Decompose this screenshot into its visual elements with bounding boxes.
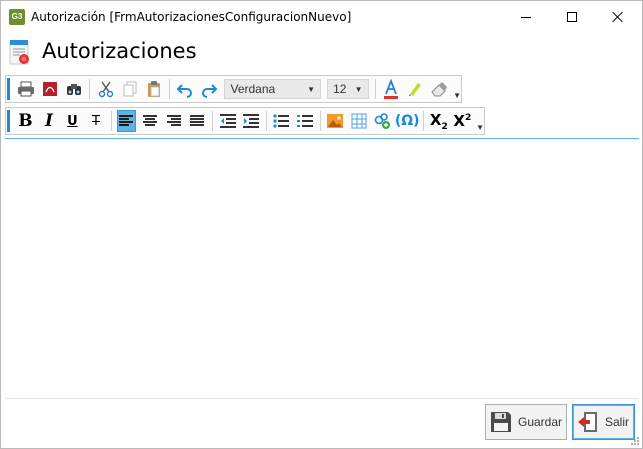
save-button-label: Guardar <box>518 415 563 429</box>
table-icon <box>351 113 367 129</box>
justify-icon <box>190 115 205 126</box>
font-color-icon <box>383 79 398 99</box>
numbered-list-button[interactable] <box>295 110 315 132</box>
increase-indent-button[interactable] <box>241 110 261 132</box>
eraser-icon <box>431 82 447 97</box>
strikethrough-icon: T <box>91 113 100 129</box>
image-icon <box>327 114 344 128</box>
italic-button[interactable]: I <box>39 110 59 132</box>
minimize-icon <box>521 16 531 18</box>
page-title: Autorizaciones <box>42 39 197 63</box>
exit-button-label: Salir <box>605 415 630 429</box>
undo-button[interactable] <box>175 78 195 100</box>
outdent-icon <box>219 114 236 128</box>
app-icon: G3 <box>9 9 25 25</box>
editor-toolbar-format: B I U T (Ω) X2 X2 ▼ <box>5 107 485 135</box>
footer-divider <box>5 398 639 399</box>
underline-icon: U <box>67 113 78 129</box>
toolbar-grip[interactable] <box>7 110 10 132</box>
toolbar-separator <box>423 111 425 131</box>
font-color-button[interactable] <box>380 78 400 100</box>
toolbar-separator <box>89 79 91 99</box>
align-center-icon <box>143 115 158 126</box>
highlighter-icon <box>408 83 421 96</box>
toolbar-separator <box>319 111 321 131</box>
redo-icon <box>202 84 218 98</box>
indent-icon <box>243 114 260 128</box>
font-size-select[interactable]: 12 ▼ <box>327 79 369 99</box>
window-title: Autorización [FrmAutorizacionesConfigura… <box>31 10 352 24</box>
binoculars-icon <box>67 84 82 95</box>
floppy-disk-icon <box>491 412 511 432</box>
align-left-button[interactable] <box>116 110 137 132</box>
subscript-button[interactable]: X2 <box>429 110 449 132</box>
bold-icon: B <box>18 111 33 131</box>
strikethrough-button[interactable]: T <box>86 110 106 132</box>
bullet-list-icon <box>273 114 290 128</box>
redo-button[interactable] <box>199 78 219 100</box>
toolbar-overflow-button[interactable]: ▼ <box>453 78 461 100</box>
printer-icon <box>17 81 34 97</box>
chevron-down-icon: ▼ <box>307 84 316 94</box>
align-right-icon <box>166 115 181 126</box>
undo-icon <box>176 84 193 98</box>
italic-icon: I <box>44 111 53 131</box>
export-pdf-button[interactable] <box>40 78 60 100</box>
pdf-icon <box>43 82 58 96</box>
bold-button[interactable]: B <box>16 110 36 132</box>
copy-button[interactable] <box>120 78 140 100</box>
exit-button[interactable]: Salir <box>572 404 635 440</box>
insert-symbol-button[interactable]: (Ω) <box>394 110 420 132</box>
maximize-button[interactable] <box>549 1 595 33</box>
scissors-icon <box>98 81 113 98</box>
toolbar-separator <box>265 111 267 131</box>
save-button[interactable]: Guardar <box>485 404 567 440</box>
insert-table-button[interactable] <box>349 110 369 132</box>
cut-button[interactable] <box>95 78 115 100</box>
exit-door-icon <box>578 412 597 432</box>
resize-grip-icon[interactable] <box>630 436 640 446</box>
document-seal-icon <box>9 40 29 65</box>
clipboard-icon <box>147 81 160 97</box>
toolbar-grip[interactable] <box>7 78 10 100</box>
font-size-value: 12 <box>333 82 347 96</box>
superscript-button[interactable]: X2 <box>453 110 473 132</box>
bullet-list-button[interactable] <box>272 110 292 132</box>
insert-image-button[interactable] <box>326 110 346 132</box>
decrease-indent-button[interactable] <box>218 110 238 132</box>
superscript-icon: X2 <box>453 112 472 130</box>
font-family-select[interactable]: Verdana ▼ <box>224 79 322 99</box>
copy-icon <box>123 81 137 97</box>
form-window: G3 Autorización [FrmAutorizacionesConfig… <box>0 0 643 449</box>
highlight-button[interactable] <box>405 78 425 100</box>
numbered-list-icon <box>296 115 313 127</box>
underline-button[interactable]: U <box>63 110 83 132</box>
editor-toolbar-main: Verdana ▼ 12 ▼ ▼ <box>5 75 462 103</box>
align-right-button[interactable] <box>164 110 184 132</box>
minimize-button[interactable] <box>503 1 549 33</box>
toolbar-separator <box>110 111 112 131</box>
toolbar-overflow-button[interactable]: ▼ <box>476 110 484 132</box>
justify-button[interactable] <box>187 110 207 132</box>
chevron-down-icon: ▼ <box>354 84 363 94</box>
toolbar-separator <box>169 79 171 99</box>
paste-button[interactable] <box>144 78 164 100</box>
align-center-button[interactable] <box>140 110 160 132</box>
title-bar[interactable]: G3 Autorización [FrmAutorizacionesConfig… <box>1 1 642 33</box>
clear-format-button[interactable] <box>429 78 449 100</box>
font-family-value: Verdana <box>230 82 276 96</box>
rich-text-editor[interactable] <box>5 138 639 396</box>
close-icon <box>612 11 624 23</box>
toolbar-separator <box>211 111 213 131</box>
toolbar-separator <box>374 79 376 99</box>
link-icon <box>375 113 391 129</box>
print-button[interactable] <box>16 78 36 100</box>
subscript-icon: X2 <box>429 110 448 132</box>
insert-link-button[interactable] <box>373 110 393 132</box>
maximize-icon <box>567 12 577 22</box>
align-left-icon <box>119 115 134 126</box>
omega-symbol-icon: (Ω) <box>394 113 420 129</box>
close-button[interactable] <box>595 1 641 33</box>
find-button[interactable] <box>64 78 84 100</box>
